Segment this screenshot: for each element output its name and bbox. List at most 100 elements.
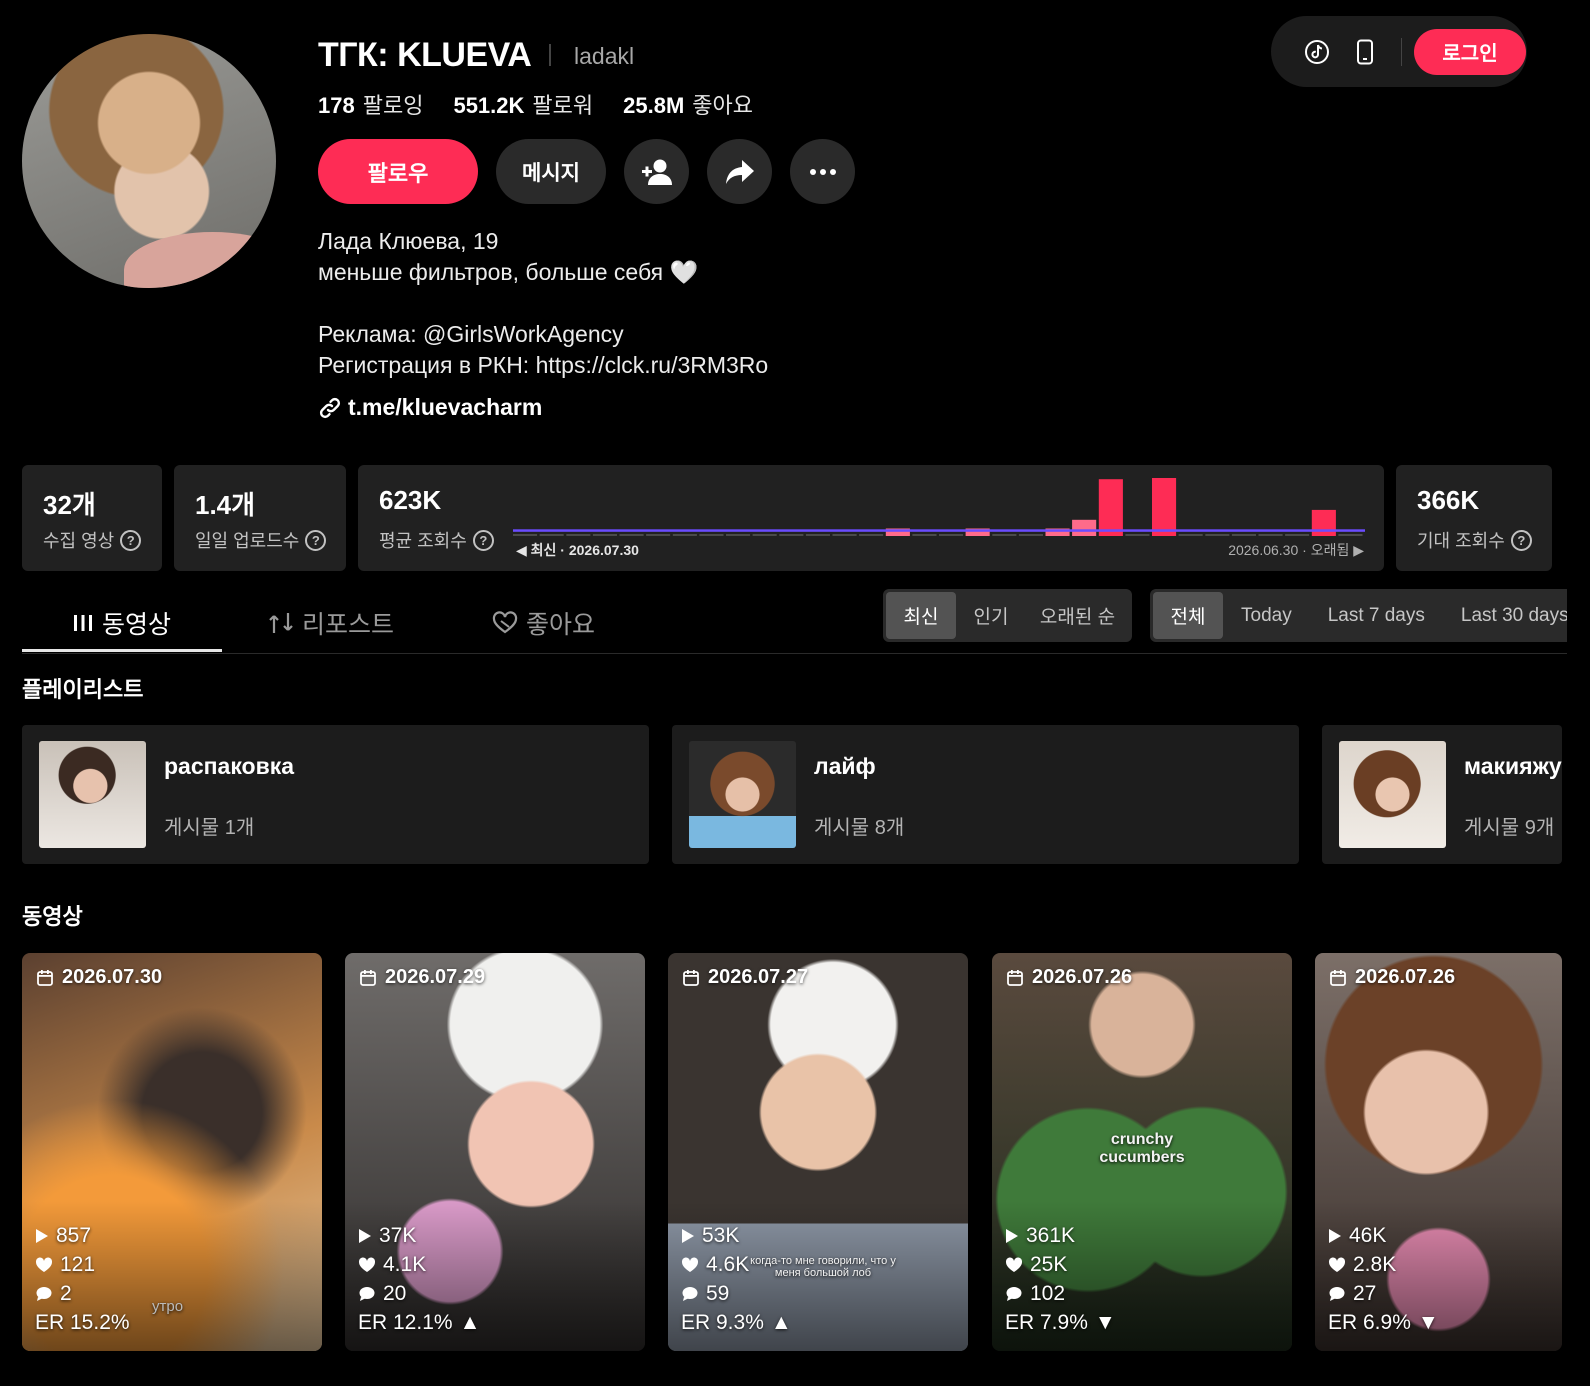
add-user-icon [641, 159, 672, 185]
chart-bar[interactable] [1125, 534, 1150, 536]
mobile-app-button[interactable] [1341, 28, 1389, 76]
bio-line [318, 288, 768, 319]
heart-icon [1328, 1256, 1346, 1272]
video-views: 361K [1005, 1221, 1116, 1250]
help-icon[interactable]: ? [472, 529, 494, 551]
chart-bar[interactable] [646, 534, 671, 536]
message-button[interactable]: 메시지 [496, 139, 606, 204]
share-button[interactable] [707, 139, 772, 204]
chart-bar[interactable] [566, 534, 591, 536]
video-date-text: 2026.07.26 [1032, 966, 1133, 988]
playlist-thumbnail [689, 741, 796, 848]
help-icon[interactable]: ? [305, 529, 327, 551]
tiktok-button[interactable] [1293, 28, 1341, 76]
chart-bar[interactable] [1018, 534, 1043, 536]
heart-icon [1005, 1256, 1023, 1272]
playlist-thumbnail [1339, 741, 1446, 848]
follow-button[interactable]: 팔로우 [318, 139, 478, 204]
more-button[interactable] [790, 139, 855, 204]
chart-bar[interactable] [1338, 534, 1363, 536]
expected-views-card: 366K 기대 조회수? [1396, 465, 1552, 571]
video-card[interactable]: 2026.07.26 crunchy cucumbers 361K 25K 10… [992, 953, 1292, 1351]
chart-bar[interactable] [539, 534, 564, 536]
playlist-card[interactable]: распаковка 게시물 1개 [22, 725, 649, 864]
help-icon[interactable]: ? [1510, 529, 1532, 551]
video-likes: 25K [1005, 1250, 1116, 1279]
following-stat[interactable]: 178 팔로잉 [318, 88, 423, 120]
video-metrics: 37K 4.1K 20 ER 12.1% ▲ [358, 1221, 480, 1337]
tab-videos[interactable]: 동영상 [72, 594, 171, 652]
chart-bar[interactable] [992, 534, 1017, 536]
calendar-icon [37, 969, 53, 986]
video-metrics: 46K 2.8K 27 ER 6.9% ▼ [1328, 1221, 1439, 1337]
chart-bar[interactable] [752, 534, 777, 536]
expected-views-value: 366K [1417, 485, 1480, 515]
chart-bar[interactable] [1098, 479, 1123, 536]
video-views: 46K [1328, 1221, 1439, 1250]
chart-bar[interactable] [619, 534, 644, 536]
chart-bar[interactable] [672, 534, 697, 536]
sort-popular[interactable]: 인기 [956, 592, 1026, 639]
video-likes: 4.6K [681, 1250, 792, 1279]
play-icon [36, 1228, 48, 1243]
bio-line: меньше фильтров, больше себя 🤍 [318, 259, 699, 285]
video-metrics: 361K 25K 102 ER 7.9% ▼ [1005, 1221, 1116, 1337]
video-engagement-rate: ER 15.2% [35, 1308, 137, 1337]
chart-bar[interactable] [1205, 534, 1230, 536]
chart-bar[interactable] [513, 534, 538, 536]
profile-link[interactable]: t.me/kluevacharm [318, 394, 542, 421]
chart-bar[interactable] [912, 534, 937, 536]
comment-icon [1329, 1286, 1345, 1301]
chart-bar[interactable] [1072, 519, 1097, 536]
chart-bar[interactable] [1231, 534, 1256, 536]
range-all[interactable]: 전체 [1153, 592, 1223, 639]
add-friend-button[interactable] [624, 139, 689, 204]
range-last-7-days[interactable]: Last 7 days [1310, 592, 1443, 639]
tab-reposts-label: 리포스트 [302, 611, 395, 639]
video-likes-text: 4.1K [383, 1253, 427, 1276]
video-er-text: ER 6.9% [1328, 1311, 1411, 1334]
expected-views-label: 기대 조회수 [1417, 531, 1505, 551]
video-comments-text: 102 [1030, 1282, 1066, 1305]
chart-bar[interactable] [1152, 478, 1177, 536]
chart-axis-right-label: 2026.06.30 · 오래됨 [1228, 542, 1350, 558]
chart-bar[interactable] [832, 534, 857, 536]
playlist-card[interactable]: лайф 게시물 8개 [672, 725, 1299, 864]
chart-bar[interactable] [1311, 509, 1336, 536]
chart-bar[interactable] [726, 534, 751, 536]
video-card[interactable]: 2026.07.29 37K 4.1K 20 ER 12.1% ▲ [345, 953, 645, 1351]
chart-bar[interactable] [1285, 534, 1310, 536]
help-icon[interactable]: ? [120, 529, 142, 551]
chart-bar[interactable] [1258, 534, 1283, 536]
video-er-trend: ▼ [1094, 1311, 1116, 1334]
playlist-title: макияжу [1464, 753, 1562, 779]
chart-bar[interactable] [805, 534, 830, 536]
sort-latest[interactable]: 최신 [886, 592, 956, 639]
followers-stat[interactable]: 551.2K 팔로워 [453, 88, 593, 120]
sort-oldest[interactable]: 오래된 순 [1026, 592, 1129, 639]
video-date-text: 2026.07.26 [1355, 966, 1456, 988]
average-line [513, 529, 1365, 532]
playlist-card[interactable]: макияжу 게시물 9개 [1322, 725, 1562, 864]
video-card[interactable]: 2026.07.27 когда-то мне говорили, что у … [668, 953, 968, 1351]
range-last-30-days[interactable]: Last 30 days [1443, 592, 1567, 639]
chart-bar[interactable] [699, 534, 724, 536]
tiktok-logo-icon [1305, 39, 1329, 64]
chart-bar[interactable] [779, 534, 804, 536]
video-card[interactable]: 2026.07.26 46K 2.8K 27 ER 6.9% ▼ [1315, 953, 1562, 1351]
video-card[interactable]: 2026.07.30 утро 857 121 2 ER 15.2% [22, 953, 322, 1351]
chart-bar[interactable] [1178, 534, 1203, 536]
range-today[interactable]: Today [1223, 592, 1310, 639]
video-comments-text: 2 [60, 1282, 72, 1305]
login-button[interactable]: 로그인 [1414, 28, 1526, 75]
chart-bar[interactable] [592, 534, 617, 536]
video-engagement-rate: ER 12.1% ▲ [358, 1308, 480, 1337]
tab-liked[interactable]: 좋아요 [492, 594, 595, 652]
tab-reposts[interactable]: 리포스트 [268, 594, 394, 652]
chart-axis-right: 2026.06.30 · 오래됨 ▶ [1228, 542, 1364, 558]
chart-bar[interactable] [859, 534, 884, 536]
chart-bar[interactable] [939, 534, 964, 536]
comment-icon [359, 1286, 375, 1301]
active-tab-indicator [22, 649, 222, 652]
video-likes-text: 2.8K [1353, 1253, 1397, 1276]
